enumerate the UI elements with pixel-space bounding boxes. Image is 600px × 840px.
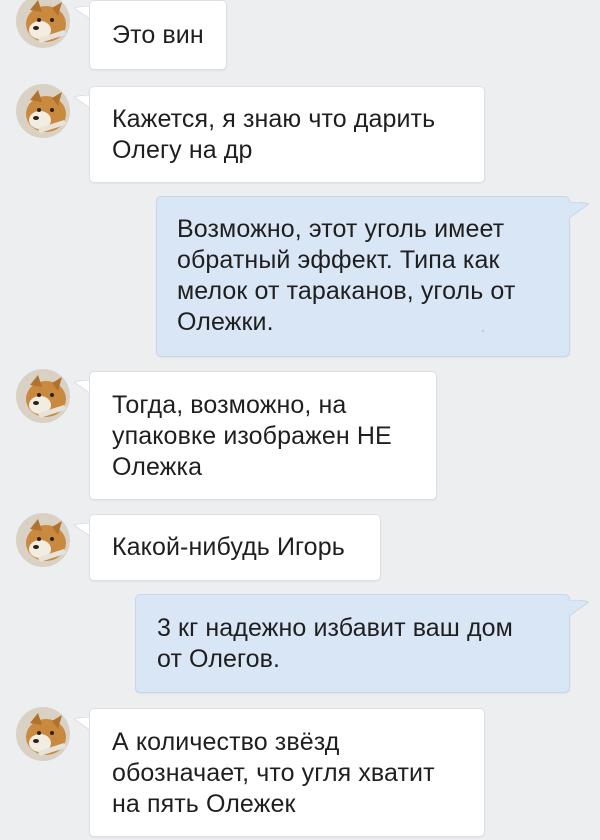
decorative-dot bbox=[482, 330, 484, 332]
message-bubble[interactable]: 3 кг надежно избавит ваш дом от Олегов. bbox=[135, 594, 570, 693]
message-bubble[interactable]: Тогда, возможно, на упаковке изображен Н… bbox=[89, 371, 437, 500]
message-text: А количество звёзд обозначает, что угля … bbox=[112, 728, 435, 818]
message-history[interactable]: Это вин Кажется, я знаю что дарить Олегу… bbox=[0, 0, 600, 840]
dog-avatar-icon[interactable] bbox=[16, 0, 70, 48]
message-bubble[interactable]: А количество звёзд обозначает, что угля … bbox=[89, 708, 485, 837]
message-text: Это вин bbox=[112, 21, 204, 49]
bubble-tail bbox=[569, 202, 589, 218]
dog-avatar-icon[interactable] bbox=[16, 707, 70, 761]
message-bubble[interactable]: Какой-нибудь Игорь bbox=[89, 514, 381, 581]
message-bubble[interactable]: Это вин bbox=[89, 0, 227, 70]
message-text: Тогда, возможно, на упаковке изображен Н… bbox=[112, 391, 392, 481]
message-bubble[interactable]: Возможно, этот уголь имеет обратный эффе… bbox=[156, 196, 570, 357]
message-text: Кажется, я знаю что дарить Олегу на др bbox=[112, 105, 436, 164]
bubble-tail bbox=[569, 600, 589, 616]
message-text: Возможно, этот уголь имеет обратный эффе… bbox=[177, 215, 516, 336]
message-bubble[interactable]: Кажется, я знаю что дарить Олегу на др bbox=[89, 86, 485, 183]
message-text: 3 кг надежно избавит ваш дом от Олегов. bbox=[157, 614, 513, 673]
dog-avatar-icon[interactable] bbox=[16, 84, 70, 138]
message-text: Какой-нибудь Игорь bbox=[112, 533, 345, 561]
dog-avatar-icon[interactable] bbox=[16, 513, 70, 567]
dog-avatar-icon[interactable] bbox=[16, 369, 70, 423]
